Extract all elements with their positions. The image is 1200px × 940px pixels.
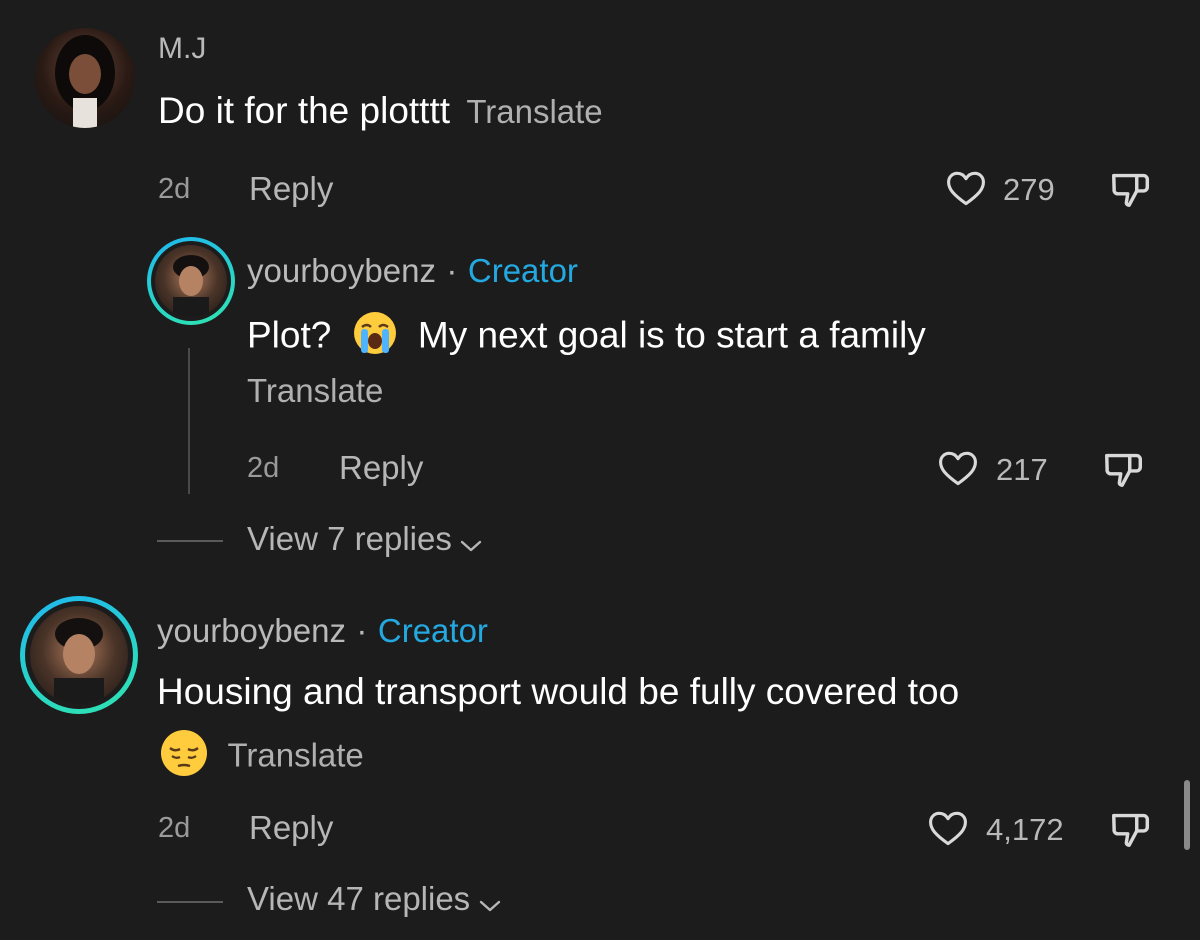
comment-time: 2d (158, 173, 191, 205)
separator: · (446, 252, 458, 289)
chevron-down-icon (461, 540, 482, 551)
comment-body: Housing and transport would be fully cov… (157, 671, 960, 712)
chevron-down-icon (479, 900, 500, 911)
creator-badge: Creator (467, 252, 578, 289)
creator-badge: Creator (377, 612, 488, 649)
like-count: 217 (996, 452, 1048, 487)
reply-header: yourboybenz · Creator (247, 252, 578, 290)
comment-body: Do it for the plotttt (158, 90, 451, 131)
like-button[interactable] (944, 166, 990, 212)
reply-text: Plot? My next goal is to start a family (247, 310, 926, 365)
scrollbar[interactable] (1184, 780, 1190, 850)
view-replies-button[interactable]: View 47 replies (247, 880, 503, 918)
username[interactable]: M.J (158, 32, 206, 66)
heart-outline-icon (947, 171, 985, 206)
avatar-ring[interactable] (20, 596, 138, 714)
username[interactable]: yourboybenz (157, 612, 346, 649)
translate-link[interactable]: Translate (466, 93, 602, 130)
dislike-icon (1112, 173, 1150, 208)
avatar-yourboybenz (155, 245, 227, 317)
view-replies-label: View 7 replies (247, 520, 452, 557)
comment-text: Do it for the plotttt Translate (158, 90, 603, 132)
reply-button[interactable]: Reply (339, 449, 423, 487)
reply-button[interactable]: Reply (249, 170, 333, 208)
avatar-yourboybenz (30, 606, 128, 704)
translate-link[interactable]: Translate (227, 737, 363, 774)
view-replies-label: View 47 replies (247, 880, 471, 917)
dislike-icon (1105, 453, 1143, 488)
like-button[interactable] (926, 806, 972, 852)
like-count: 279 (1003, 172, 1055, 207)
comment-header: yourboybenz · Creator (157, 612, 488, 650)
replies-divider (157, 901, 223, 903)
comment-time: 2d (158, 812, 191, 844)
like-button[interactable] (936, 446, 982, 492)
reply-text-part1: Plot? (247, 314, 332, 356)
replies-divider (157, 540, 223, 542)
dislike-icon (1112, 813, 1150, 848)
dislike-button[interactable] (1101, 446, 1147, 492)
view-replies-button[interactable]: View 7 replies (247, 520, 484, 558)
translate-link[interactable]: Translate (247, 372, 383, 410)
like-count: 4,172 (986, 812, 1064, 847)
reply-text-part2: My next goal is to start a family (417, 314, 926, 356)
heart-outline-icon (929, 811, 967, 846)
comment-body-line2: Translate (159, 728, 364, 783)
dislike-button[interactable] (1108, 806, 1154, 852)
thread-line (188, 348, 190, 494)
avatar-ring[interactable] (147, 237, 235, 325)
reply-time: 2d (247, 452, 280, 484)
avatar-mj[interactable] (35, 28, 135, 128)
pensive-face-icon (159, 728, 209, 783)
dislike-button[interactable] (1108, 166, 1154, 212)
heart-outline-icon (939, 451, 977, 486)
reply-button[interactable]: Reply (249, 809, 333, 847)
username[interactable]: yourboybenz (247, 252, 436, 289)
loudly-crying-face-icon (352, 310, 398, 365)
separator: · (356, 612, 368, 649)
